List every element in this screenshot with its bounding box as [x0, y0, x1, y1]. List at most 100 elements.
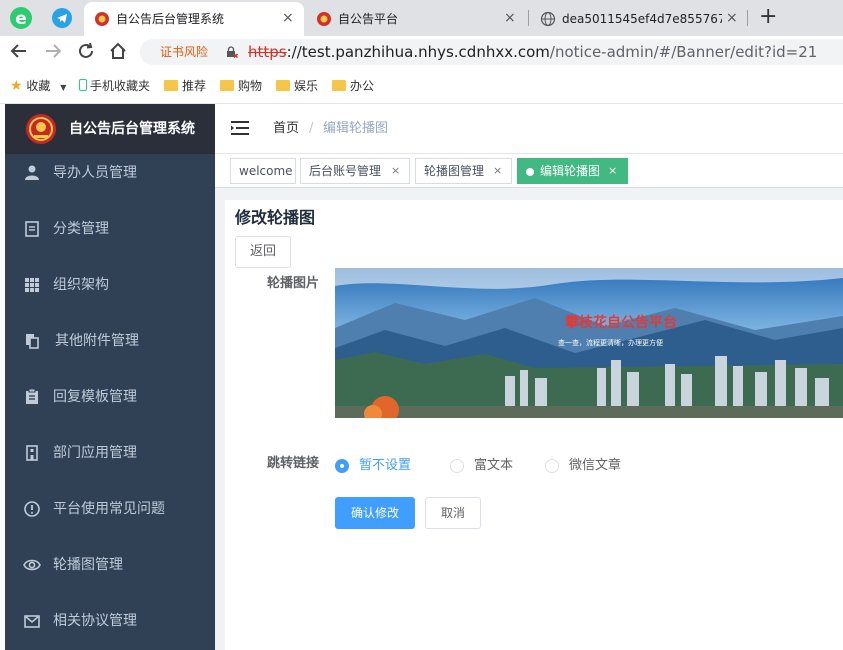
certificate-warning[interactable]: 证书风险 — [160, 44, 208, 60]
breadcrumb-current: 编辑轮播图 — [323, 121, 389, 136]
menu-toggle-icon[interactable] — [231, 120, 249, 136]
image-field-label: 轮播图片 — [267, 276, 320, 291]
radio-unchecked-icon[interactable] — [545, 459, 559, 473]
close-icon[interactable]: × — [282, 10, 294, 26]
tab-separator — [528, 10, 529, 26]
tag-label: 编辑轮播图 — [540, 164, 601, 178]
folder-icon — [220, 80, 234, 91]
sidebar: 自公告后台管理系统 导办人员管理 分类管理 组织架构 其他附件管理 回复模板管理… — [5, 104, 215, 650]
reload-icon[interactable] — [75, 40, 97, 62]
emblem-favicon-icon — [95, 12, 109, 26]
sidebar-item-label: 平台使用常见问题 — [53, 501, 165, 517]
app-navbar: 首页 / 编辑轮播图 — [215, 104, 843, 154]
bookmark-label: 手机收藏夹 — [90, 79, 151, 93]
insecure-lock-icon[interactable] — [226, 46, 238, 58]
banner-subtitle-text: 查一查，流程更清晰，办理更方便 — [558, 339, 663, 347]
close-icon[interactable]: × — [391, 164, 400, 178]
sidebar-item-agreements[interactable]: 相关协议管理 — [5, 593, 215, 649]
bookmark-recommend[interactable]: 推荐 — [164, 78, 206, 94]
bookmark-mobile[interactable]: 手机收藏夹 — [79, 78, 150, 94]
close-icon[interactable]: × — [504, 10, 516, 26]
radio-unchecked-icon[interactable] — [450, 459, 464, 473]
banner-title-text: 攀枝花自公告平台 — [565, 315, 677, 331]
back-button[interactable]: 返回 — [235, 236, 291, 268]
cancel-button[interactable]: 取消 — [425, 497, 481, 529]
active-dot-icon — [526, 168, 534, 176]
clipboard-icon — [26, 388, 38, 404]
tag-label: 轮播图管理 — [424, 164, 485, 178]
edit-card: 修改轮播图 返回 轮播图片 攀枝花自公告平台 查一查，流程更清晰，办理更方便 跳… — [225, 200, 843, 650]
tag-welcome[interactable]: welcome — [230, 158, 296, 184]
back-arrow-icon[interactable] — [8, 40, 30, 62]
browser-tab-platform[interactable]: 自公告平台 × — [306, 2, 526, 36]
home-icon[interactable] — [107, 40, 129, 62]
sidebar-item-attachments[interactable]: 其他附件管理 — [5, 313, 215, 369]
bookmark-label: 办公 — [350, 79, 375, 93]
sidebar-item-label: 部门应用管理 — [53, 445, 137, 461]
tag-edit-banner[interactable]: 编辑轮播图 × — [517, 158, 628, 184]
browser-tab-admin[interactable]: 自公告后台管理系统 × — [84, 2, 304, 36]
radio-checked-icon[interactable] — [335, 459, 349, 473]
tab-separator — [747, 10, 748, 26]
info-icon — [24, 501, 40, 517]
sidebar-item-label: 相关协议管理 — [53, 613, 137, 629]
tag-label: 后台账号管理 — [309, 164, 382, 178]
sidebar-item-category[interactable]: 分类管理 — [5, 201, 215, 257]
user-icon — [25, 165, 39, 180]
building-icon — [26, 445, 38, 461]
folder-icon — [332, 80, 346, 91]
tag-account-management[interactable]: 后台账号管理 × — [300, 158, 410, 184]
tag-banner-management[interactable]: 轮播图管理 × — [415, 158, 512, 184]
bookmarks-bar: ★ 收藏 ▼ 手机收藏夹 推荐 购物 娱乐 办公 — [0, 68, 843, 104]
eye-icon — [23, 559, 41, 571]
national-emblem-logo — [26, 114, 56, 144]
sidebar-item-banner[interactable]: 轮播图管理 — [5, 537, 215, 593]
radio-label: 富文本 — [474, 458, 514, 473]
page-title: 修改轮播图 — [235, 208, 316, 227]
sidebar-item-label: 导办人员管理 — [53, 165, 137, 181]
browser-tab-title: 自公告后台管理系统 — [116, 12, 225, 26]
bookmark-entertainment[interactable]: 娱乐 — [276, 78, 318, 94]
browser-logo-icon[interactable]: e — [8, 5, 34, 31]
close-icon[interactable]: × — [608, 164, 617, 178]
bookmark-label: 推荐 — [182, 79, 207, 93]
bookmark-favorites[interactable]: ★ 收藏 ▼ — [10, 78, 66, 96]
sidebar-item-label: 轮播图管理 — [53, 557, 123, 573]
bookmark-shopping[interactable]: 购物 — [220, 78, 262, 94]
tags-view: welcome 后台账号管理 × 轮播图管理 × 编辑轮播图 × — [215, 154, 843, 188]
main-content: 修改轮播图 返回 轮播图片 攀枝花自公告平台 查一查，流程更清晰，办理更方便 跳… — [215, 188, 843, 650]
sidebar-item-department-apps[interactable]: 部门应用管理 — [5, 425, 215, 481]
bookmark-label: 收藏 — [26, 79, 51, 93]
browser-tab-title: dea5011545ef4d7e8557672 — [562, 12, 722, 26]
forward-arrow-icon[interactable] — [42, 40, 64, 62]
sidebar-item-label: 其他附件管理 — [55, 333, 139, 349]
browser-tab-hash[interactable]: dea5011545ef4d7e8557672 × — [530, 2, 745, 36]
dropdown-caret-icon[interactable]: ▼ — [60, 83, 66, 92]
document-icon — [25, 221, 39, 237]
close-icon[interactable]: × — [726, 10, 738, 26]
sidebar-item-staff[interactable]: 导办人员管理 — [5, 145, 215, 201]
app-title: 自公告后台管理系统 — [69, 121, 195, 137]
breadcrumb-separator: / — [309, 121, 314, 136]
telegram-icon[interactable] — [52, 8, 72, 28]
url-path: /notice-admin/#/Banner/edit?id=21 — [549, 43, 818, 61]
confirm-button[interactable]: 确认修改 — [335, 497, 415, 529]
url-text[interactable]: https://test.panzhihua.nhys.cdnhxx.com/n… — [248, 43, 817, 61]
sidebar-item-reply-templates[interactable]: 回复模板管理 — [5, 369, 215, 425]
sidebar-item-faq[interactable]: 平台使用常见问题 — [5, 481, 215, 537]
sidebar-item-organization[interactable]: 组织架构 — [5, 257, 215, 313]
radio-label: 微信文章 — [569, 458, 622, 473]
close-icon[interactable]: × — [493, 164, 502, 178]
breadcrumb-home[interactable]: 首页 — [273, 121, 299, 137]
browser-tab-bar: e 自公告后台管理系统 × 自公告平台 × dea5011545ef4d7e85… — [0, 0, 843, 36]
new-tab-button[interactable]: + — [759, 4, 777, 30]
bookmark-office[interactable]: 办公 — [332, 78, 374, 94]
radio-label: 暂不设置 — [359, 458, 412, 473]
browser-tab-title: 自公告平台 — [338, 12, 399, 26]
bookmark-label: 购物 — [238, 79, 263, 93]
banner-image[interactable]: 攀枝花自公告平台 查一查，流程更清晰，办理更方便 — [335, 268, 843, 418]
phone-icon — [79, 79, 87, 91]
sidebar-item-label: 回复模板管理 — [53, 389, 137, 405]
emblem-favicon-icon — [317, 12, 331, 26]
address-bar[interactable]: 证书风险 https://test.panzhihua.nhys.cdnhxx.… — [140, 39, 843, 65]
